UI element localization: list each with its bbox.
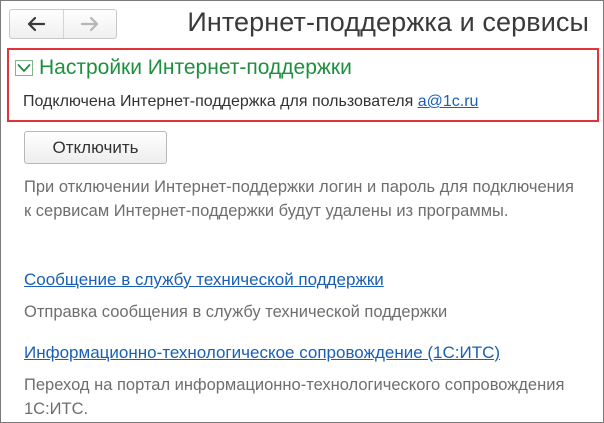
disconnect-button[interactable]: Отключить bbox=[24, 131, 167, 164]
disconnect-note: При отключении Интернет-поддержки логин … bbox=[24, 178, 574, 220]
its-link[interactable]: Информационно-технологическое сопровожде… bbox=[24, 343, 500, 363]
internet-support-window: Интернет-поддержка и сервисы Настройки И… bbox=[0, 0, 604, 423]
chevron-down-icon bbox=[17, 64, 31, 72]
back-button[interactable] bbox=[10, 10, 63, 38]
connected-user-label: Подключена Интернет-поддержка для пользо… bbox=[23, 93, 418, 110]
navigation-buttons bbox=[9, 9, 117, 39]
support-message-link[interactable]: Сообщение в службу технической поддержки bbox=[24, 270, 384, 290]
connected-user-line: Подключена Интернет-поддержка для пользо… bbox=[23, 93, 478, 111]
page-title: Интернет-поддержка и сервисы bbox=[187, 7, 589, 37]
user-login-link[interactable]: a@1c.ru bbox=[418, 93, 479, 110]
group-title: Настройки Интернет-поддержки bbox=[39, 56, 352, 79]
support-message-note: Отправка сообщения в службу технической … bbox=[24, 303, 448, 321]
internet-support-settings-group: Настройки Интернет-поддержки Подключена … bbox=[7, 48, 599, 122]
collapse-toggle[interactable] bbox=[15, 60, 33, 76]
arrow-left-icon bbox=[28, 16, 46, 32]
arrow-right-icon bbox=[80, 16, 98, 32]
its-note: Переход на портал информационно-технолог… bbox=[24, 376, 565, 418]
group-header[interactable]: Настройки Интернет-поддержки bbox=[15, 56, 352, 80]
forward-button[interactable] bbox=[62, 10, 117, 38]
